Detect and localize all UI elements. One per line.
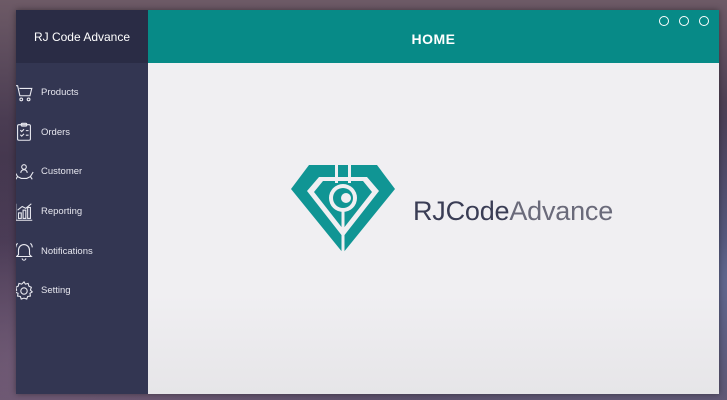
window-controls [659, 16, 709, 26]
brand-wordmark: RJCodeAdvance [413, 196, 613, 227]
gear-icon [16, 280, 35, 302]
header-bar: HOME [148, 10, 719, 63]
sidebar-item-label: Notifications [41, 245, 93, 257]
brand-logo: RJCodeAdvance [289, 163, 613, 260]
sidebar-nav: Products Orders Customer Reporting Notif… [16, 73, 148, 311]
brand-wordmark-strong: RJCode [413, 196, 510, 226]
page-title: HOME [411, 30, 456, 47]
app-window: RJ Code Advance Products Orders Customer [16, 10, 719, 394]
maximize-button[interactable] [679, 16, 689, 26]
sidebar-item-orders[interactable]: Orders [16, 113, 148, 153]
sidebar-item-notifications[interactable]: Notifications [16, 231, 148, 271]
sidebar-item-label: Setting [41, 285, 71, 297]
customer-hands-icon [16, 161, 35, 183]
minimize-button[interactable] [659, 16, 669, 26]
sidebar-item-label: Products [41, 87, 79, 99]
sidebar: RJ Code Advance Products Orders Customer [16, 10, 148, 394]
sidebar-item-products[interactable]: Products [16, 73, 148, 113]
clipboard-icon [16, 121, 35, 143]
chart-icon [16, 201, 35, 223]
main-content: RJCodeAdvance [148, 63, 719, 394]
sidebar-item-label: Reporting [41, 206, 83, 218]
cart-icon [16, 82, 35, 104]
sidebar-item-setting[interactable]: Setting [16, 271, 148, 311]
sidebar-item-reporting[interactable]: Reporting [16, 192, 148, 232]
brand-wordmark-light: Advance [509, 196, 614, 226]
sidebar-item-label: Customer [41, 166, 83, 178]
diamond-logo-icon [289, 163, 397, 260]
sidebar-item-label: Orders [41, 126, 71, 138]
close-button[interactable] [699, 16, 709, 26]
sidebar-item-customer[interactable]: Customer [16, 152, 148, 192]
bell-icon [16, 240, 35, 262]
app-logo-title: RJ Code Advance [16, 10, 148, 63]
